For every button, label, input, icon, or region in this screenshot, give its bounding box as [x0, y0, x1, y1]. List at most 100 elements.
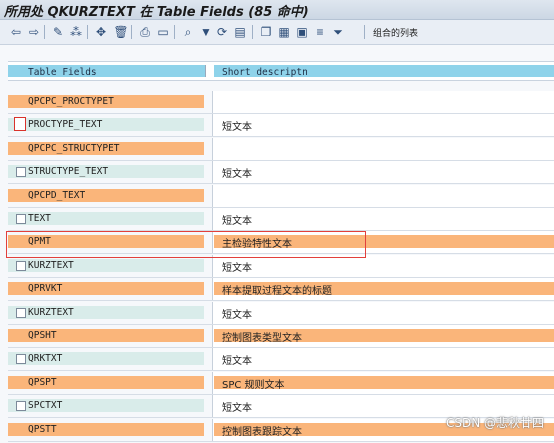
row-name-cell: KURZTEXT	[8, 302, 213, 324]
row-select-checkbox[interactable]	[16, 308, 26, 318]
toolbar-separator	[87, 25, 88, 39]
short-description: 短文本	[222, 403, 252, 414]
row-name-cell: QPCPD_TEXT	[8, 185, 213, 207]
table-name[interactable]: QPCPD_TEXT	[28, 190, 85, 201]
window-icon[interactable]: ▭	[155, 24, 171, 40]
row-name-cell: KURZTEXT	[8, 255, 213, 277]
forward-arrow-icon[interactable]: ⇨	[26, 24, 42, 40]
refresh-icon[interactable]: ⟳	[214, 24, 230, 40]
table-row[interactable]: QPCPC_STRUCTYPET	[8, 138, 554, 161]
highlight-box	[6, 231, 366, 258]
toolbar: ⇦ ⇨ ✎ ⁂ ✥ 🗑 ⎙ ▭ ⌕ ▼ ⟳ ▤ ❐ ▦ ▣ ≡ ⏷ 组合的列表	[0, 20, 554, 45]
display-change-icon[interactable]: ⁂	[68, 24, 84, 40]
field-row[interactable]: STRUCTYPE_TEXT 短文本	[8, 161, 554, 184]
field-row[interactable]: TEXT 短文本	[8, 208, 554, 231]
funnel-icon[interactable]: ⏷	[330, 24, 346, 40]
field-row[interactable]: QRKTXT 短文本	[8, 348, 554, 371]
row-name-cell: QRKTXT	[8, 348, 213, 370]
row-description-cell	[213, 138, 554, 160]
row-name-cell: QPRVKT	[8, 278, 213, 300]
row-name-cell: TEXT	[8, 208, 213, 230]
header-label-table-fields: Table Fields	[28, 67, 97, 78]
table-row[interactable]: QPRVKT 样本提取过程文本的标题	[8, 278, 554, 301]
table-row[interactable]: QPCPC_PROCTYPET	[8, 91, 554, 114]
header-label-short-description: Short descriptn	[222, 67, 308, 78]
print-icon[interactable]: ⎙	[137, 24, 153, 40]
table-name[interactable]: QPCPC_STRUCTYPET	[28, 143, 120, 154]
table-row[interactable]: QPCPD_TEXT	[8, 185, 554, 208]
row-description-cell: 短文本	[213, 161, 554, 183]
field-row[interactable]: PROCTYPE_TEXT 短文本	[8, 114, 554, 137]
delete-icon[interactable]: 🗑	[113, 24, 129, 40]
field-name[interactable]: KURZTEXT	[28, 307, 74, 318]
field-row[interactable]: KURZTEXT 短文本	[8, 255, 554, 278]
window-title: 所用处 QKURZTEXT 在 Table Fields (85 命中)	[4, 5, 309, 20]
row-name-cell: SPCTXT	[8, 395, 213, 417]
row-name-cell: QPCPC_STRUCTYPET	[8, 138, 213, 160]
row-select-checkbox[interactable]	[16, 261, 26, 271]
sort-icon[interactable]: ≡	[312, 24, 328, 40]
row-description-cell: 短文本	[213, 302, 554, 324]
field-name[interactable]: KURZTEXT	[28, 260, 74, 271]
short-description: 控制图表类型文本	[222, 333, 302, 344]
short-description: 控制图表跟踪文本	[222, 427, 302, 438]
short-description: SPC 规则文本	[222, 380, 285, 391]
row-description-cell: 短文本	[213, 348, 554, 370]
combined-list-button[interactable]: 组合的列表	[373, 26, 418, 39]
field-name[interactable]: QRKTXT	[28, 353, 62, 364]
short-description: 短文本	[222, 122, 252, 133]
field-name[interactable]: PROCTYPE_TEXT	[28, 119, 102, 130]
row-description-cell	[213, 185, 554, 207]
short-description: 短文本	[222, 216, 252, 227]
row-name-cell: QPCPC_PROCTYPET	[8, 91, 213, 113]
export-icon[interactable]: ▤	[232, 24, 248, 40]
toolbar-separator	[131, 25, 132, 39]
short-description: 样本提取过程文本的标题	[222, 286, 332, 297]
edit-pencil-icon[interactable]: ✎	[50, 24, 66, 40]
table-name[interactable]: QPSTT	[28, 424, 57, 435]
row-description-cell: 控制图表类型文本	[213, 325, 554, 347]
row-select-checkbox[interactable]	[16, 167, 26, 177]
toolbar-separator	[252, 25, 253, 39]
paste-icon[interactable]: ▦	[276, 24, 292, 40]
table-name[interactable]: QPSHT	[28, 330, 57, 341]
short-description: 短文本	[222, 356, 252, 367]
table-name[interactable]: QPSPT	[28, 377, 57, 388]
filter-icon[interactable]: ▼	[198, 24, 214, 40]
row-description-cell: SPC 规则文本	[213, 372, 554, 394]
field-name[interactable]: SPCTXT	[28, 400, 62, 411]
hit-list: Table Fields Short descriptn QPCPC_PROCT…	[0, 45, 554, 443]
row-description-cell: 短文本	[213, 255, 554, 277]
short-description: 短文本	[222, 263, 252, 274]
back-arrow-icon[interactable]: ⇦	[8, 24, 24, 40]
move-icon[interactable]: ✥	[93, 24, 109, 40]
row-select-checkbox[interactable]	[16, 401, 26, 411]
row-select-checkbox[interactable]	[14, 117, 26, 131]
table-name[interactable]: QPCPC_PROCTYPET	[28, 96, 114, 107]
field-name[interactable]: STRUCTYPE_TEXT	[28, 166, 108, 177]
table-row[interactable]: QPSPT SPC 规则文本	[8, 372, 554, 395]
toolbar-separator	[364, 25, 365, 39]
short-description: 短文本	[222, 310, 252, 321]
toolbar-separator	[174, 25, 175, 39]
copy-icon[interactable]: ❐	[258, 24, 274, 40]
row-description-cell	[213, 91, 554, 113]
toolbar-separator	[44, 25, 45, 39]
row-description-cell: 短文本	[213, 208, 554, 230]
row-select-checkbox[interactable]	[16, 354, 26, 364]
row-name-cell: QPSTT	[8, 419, 213, 441]
find-icon[interactable]: ⌕	[180, 24, 196, 40]
title-bar: 所用处 QKURZTEXT 在 Table Fields (85 命中)	[0, 0, 554, 20]
row-description-cell: 短文本	[213, 114, 554, 136]
row-name-cell: STRUCTYPE_TEXT	[8, 161, 213, 183]
save-icon[interactable]: ▣	[294, 24, 310, 40]
row-name-cell: PROCTYPE_TEXT	[8, 114, 213, 136]
field-row[interactable]: KURZTEXT 短文本	[8, 302, 554, 325]
watermark: CSDN @悲秋廿四	[445, 416, 544, 430]
table-name[interactable]: QPRVKT	[28, 283, 62, 294]
row-select-checkbox[interactable]	[16, 214, 26, 224]
field-name[interactable]: TEXT	[28, 213, 51, 224]
table-row[interactable]: QPSHT 控制图表类型文本	[8, 325, 554, 348]
row-description-cell: 样本提取过程文本的标题	[213, 278, 554, 300]
row-name-cell: QPSPT	[8, 372, 213, 394]
